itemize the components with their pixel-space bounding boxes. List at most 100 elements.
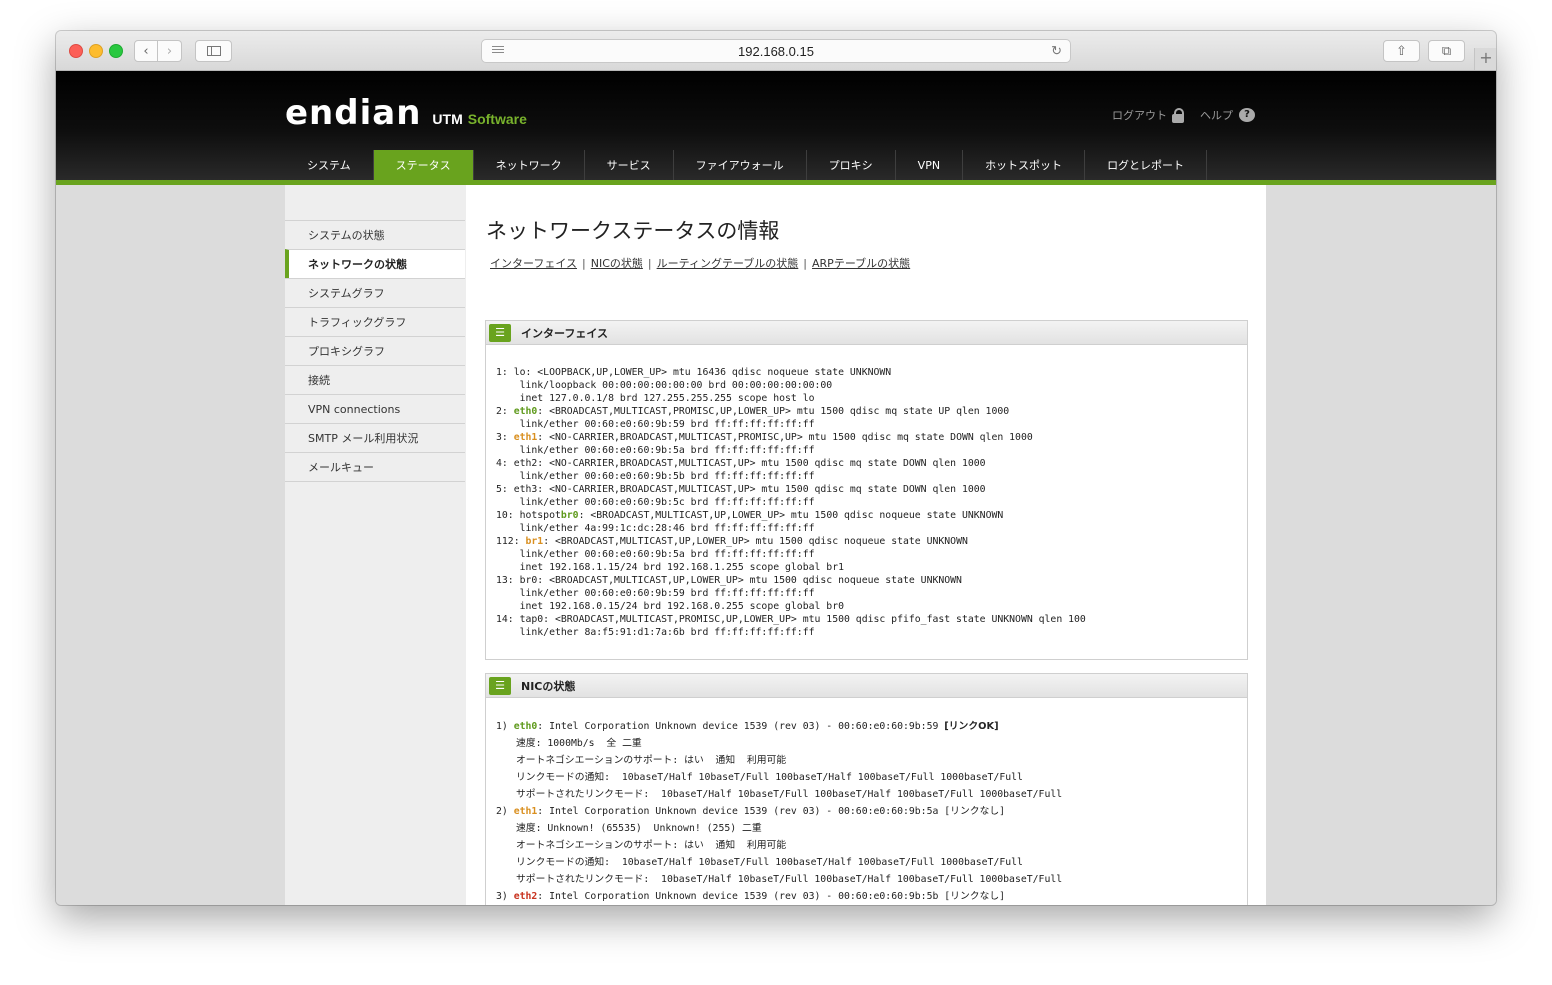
nic-name: eth0 [513,721,538,732]
page-title: ネットワークステータスの情報 [486,219,780,243]
interface-line: 4: eth2: <NO-CARRIER,BROADCAST,MULTICAST… [496,457,1247,470]
sidebar-item[interactable]: 接続 [285,365,465,394]
new-tab-button[interactable]: + [1474,48,1496,70]
logo-utm: UTM [432,111,463,127]
sidebar-icon [206,46,221,56]
close-window-button[interactable] [69,44,83,58]
sidebar-item[interactable]: SMTP メール利用状況 [285,423,465,452]
nav-item[interactable]: サービス [585,150,674,180]
section-link[interactable]: インターフェイス [490,255,577,271]
layers-icon: ☰ [489,323,511,342]
line-text: 2: [496,406,514,417]
line-text: 速度: 1000Mb/s 全 二重 [516,738,642,749]
line-text: link/ether 00:60:e0:60:9b:5c brd ff:ff:f… [496,497,815,508]
back-icon: ‹ [143,43,149,59]
endian-logo: endian UTM Software [285,93,527,133]
interface-name: eth0 [513,406,538,417]
nic-name: eth2 [513,891,538,902]
line-text: 112: [496,536,526,547]
interface-line: 5: eth3: <NO-CARRIER,BROADCAST,MULTICAST… [496,483,1247,496]
reader-menu-icon [492,46,504,56]
interface-line: inet 192.168.0.15/24 brd 192.168.0.255 s… [496,600,1247,613]
share-icon: ⇧ [1396,43,1407,59]
nav-item[interactable]: VPN [896,150,964,180]
interface-line: 3: eth1: <NO-CARRIER,BROADCAST,MULTICAST… [496,431,1247,444]
browser-toolbar: ‹ › 192.168.0.15 ↻ ⇧ ⧉ + [56,31,1496,71]
nav-item[interactable]: ファイアウォール [674,150,807,180]
nic-panel-title: NICの状態 [521,679,576,693]
line-text: inet 127.0.0.1/8 brd 127.255.255.255 sco… [496,393,815,404]
browser-window: ‹ › 192.168.0.15 ↻ ⇧ ⧉ + endian UTM Soft… [56,31,1496,905]
line-text: : Intel Corporation Unknown device 1539 … [537,891,945,902]
interface-line: 13: br0: <BROADCAST,MULTICAST,UP,LOWER_U… [496,574,1247,587]
line-text: リンクモードの通知: 10baseT/Half 10baseT/Full 100… [516,772,1023,783]
sidebar-item[interactable]: トラフィックグラフ [285,307,465,336]
nic-line: 3) eth2: Intel Corporation Unknown devic… [496,888,1247,905]
link-status: [リンクOK] [944,721,999,732]
reload-icon[interactable]: ↻ [1051,43,1062,59]
sidebar-item[interactable]: システムグラフ [285,278,465,307]
line-text: 1) [496,721,514,732]
help-link[interactable]: ヘルプ ? [1200,107,1255,123]
nic-line: サポートされたリンクモード: 10baseT/Half 10baseT/Full… [496,786,1247,803]
nav-item[interactable]: システム [285,150,374,180]
nic-line: オートネゴシエーションのサポート: はい 通知 利用可能 [496,752,1247,769]
interface-line: 112: br1: <BROADCAST,MULTICAST,UP,LOWER_… [496,535,1247,548]
interface-line: link/ether 00:60:e0:60:9b:5a brd ff:ff:f… [496,548,1247,561]
section-link[interactable]: NICの状態 [591,255,643,271]
share-button[interactable]: ⇧ [1383,40,1420,62]
nic-line: リンクモードの通知: 10baseT/Half 10baseT/Full 100… [496,769,1247,786]
sidebar-item[interactable]: メールキュー [285,452,465,481]
right-gutter [1266,185,1496,905]
sidebar-item[interactable]: VPN connections [285,394,465,423]
tabs-overview-button[interactable]: ⧉ [1428,40,1465,62]
line-text: link/ether 4a:99:1c:dc:28:46 brd ff:ff:f… [496,523,815,534]
nav-item[interactable]: ホットスポット [963,150,1086,180]
nav-item[interactable]: ステータス [373,150,474,180]
back-button[interactable]: ‹ [134,40,158,62]
interface-line: link/ether 00:60:e0:60:9b:59 brd ff:ff:f… [496,587,1247,600]
sidebar-item[interactable]: プロキシグラフ [285,336,465,365]
interface-line: 10: hotspotbr0: <BROADCAST,MULTICAST,UP,… [496,509,1247,522]
line-text: link/ether 8a:f5:91:d1:7a:6b brd ff:ff:f… [496,627,815,638]
nic-line: オートネゴシエーションのサポート: はい 通知 利用可能 [496,837,1247,854]
minimize-window-button[interactable] [89,44,103,58]
interface-name: eth1 [513,432,538,443]
line-text: link/ether 00:60:e0:60:9b:59 brd ff:ff:f… [496,419,815,430]
link-separator: | [647,256,652,270]
layers-icon: ☰ [489,676,511,695]
sidebar-item[interactable]: ネットワークの状態 [285,249,465,278]
sidebar-bottom-border [285,481,465,482]
line-text: 10: hotspot [496,510,561,521]
line-text: オートネゴシエーションのサポート: はい 通知 利用可能 [516,755,787,766]
section-link[interactable]: ARPテーブルの状態 [812,255,910,271]
forward-button[interactable]: › [158,40,182,62]
line-text: 1: lo: <LOOPBACK,UP,LOWER_UP> mtu 16436 … [496,367,892,378]
nic-line: リンクモードの通知: 10baseT/Half 10baseT/Full 100… [496,854,1247,871]
top-links: ログアウト ヘルプ ? [1112,107,1271,123]
new-tab-icon: + [1479,48,1493,67]
zoom-window-button[interactable] [109,44,123,58]
nav-item[interactable]: ネットワーク [474,150,585,180]
address-bar[interactable]: 192.168.0.15 ↻ [481,39,1071,63]
main-nav: システム ステータス ネットワーク サービス ファイアウォール プロキシ VPN ホットスポッ… [285,150,1208,180]
logout-link[interactable]: ログアウト [1112,107,1184,123]
section-links: インターフェイス | NICの状態 | ルーティングテーブルの状態 | ARPテーブルの状態 [490,255,910,271]
line-text: : Intel Corporation Unknown device 1539 … [537,721,945,732]
interface-line: 1: lo: <LOOPBACK,UP,LOWER_UP> mtu 16436 … [496,366,1247,379]
line-text: link/ether 00:60:e0:60:9b:5a brd ff:ff:f… [496,549,815,560]
nic-line: 1) eth0: Intel Corporation Unknown devic… [496,718,1247,735]
line-text: 2) [496,806,514,817]
nic-name: eth1 [513,806,538,817]
nav-item[interactable]: ログとレポート [1085,150,1208,180]
line-text: link/ether 00:60:e0:60:9b:5b brd ff:ff:f… [496,471,815,482]
nav-item[interactable]: プロキシ [807,150,896,180]
line-text: オートネゴシエーションのサポート: はい 通知 利用可能 [516,840,787,851]
sidebar-item[interactable]: システムの状態 [285,220,465,249]
sidebar-toggle-button[interactable] [195,40,232,62]
line-text: : <BROADCAST,MULTICAST,UP,LOWER_UP> mtu … [578,510,1004,521]
lock-icon [1172,108,1184,123]
nic-line: 速度: 1000Mb/s 全 二重 [496,735,1247,752]
interface-line: link/ether 00:60:e0:60:9b:5a brd ff:ff:f… [496,444,1247,457]
section-link[interactable]: ルーティングテーブルの状態 [657,255,799,271]
